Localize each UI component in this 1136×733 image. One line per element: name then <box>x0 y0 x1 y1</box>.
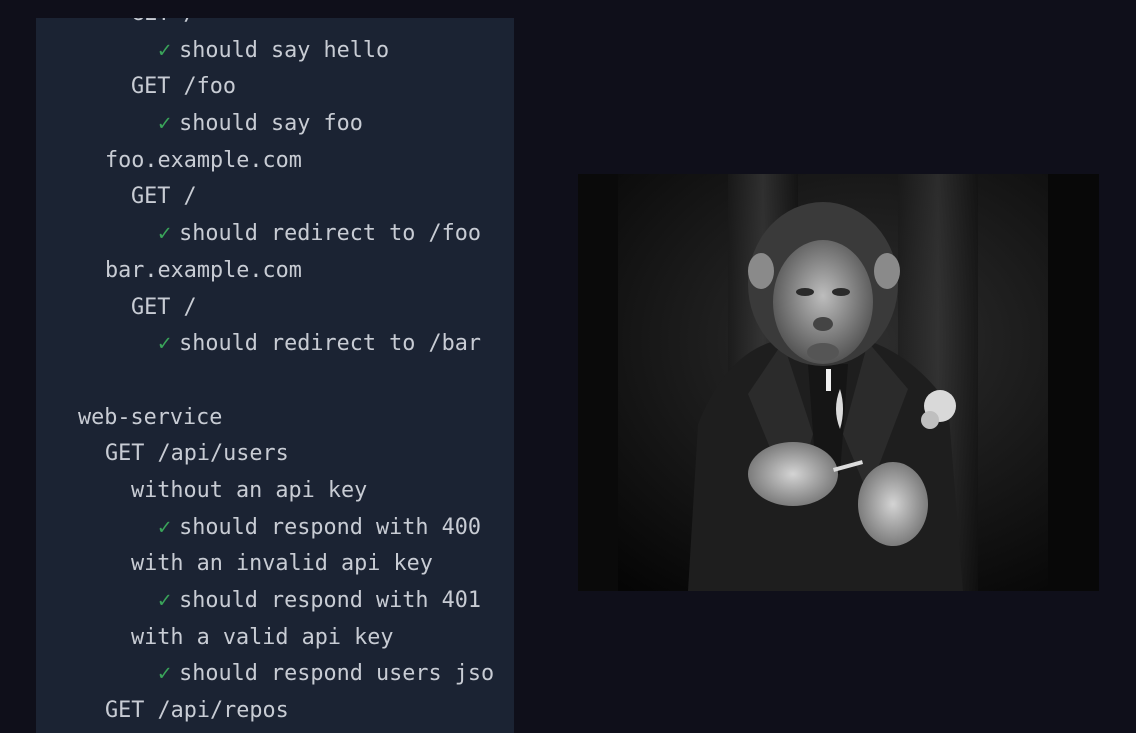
line-text: should say foo <box>179 111 363 137</box>
line-text: with an invalid api key <box>131 551 433 577</box>
test-group-line: GET / <box>36 18 494 33</box>
test-group-line: foo.example.com <box>36 143 494 180</box>
chimpanzee-photo <box>578 174 1099 591</box>
line-text: GET /api/users <box>105 441 289 467</box>
test-pass-line: ✓ should respond users jso <box>36 656 494 693</box>
test-group-line: without an api key <box>36 473 494 510</box>
checkmark-icon: ✓ <box>158 37 172 63</box>
test-group-line: bar.example.com <box>36 253 494 290</box>
line-text: should respond users jso <box>179 661 495 687</box>
line-text: should redirect to /bar <box>179 331 481 357</box>
terminal-output: GET / ✓ should say hello GET /foo ✓ should sa… <box>36 18 514 733</box>
test-pass-line: ✓ should respond with 401 <box>36 583 494 620</box>
test-pass-line: ✓ should say hello <box>36 33 494 70</box>
test-group-line <box>36 363 494 400</box>
checkmark-icon: ✓ <box>158 221 172 247</box>
test-group-line: GET / <box>36 179 494 216</box>
checkmark-icon: ✓ <box>158 514 172 540</box>
test-group-line: web-service <box>36 400 494 437</box>
test-group-line: GET /foo <box>36 69 494 106</box>
checkmark-icon: ✓ <box>158 661 172 687</box>
line-text: GET /api/repos <box>105 698 289 724</box>
line-text: GET / <box>131 294 197 320</box>
checkmark-icon: ✓ <box>158 111 172 137</box>
line-text: bar.example.com <box>105 257 302 283</box>
line-text: without an api key <box>131 477 368 503</box>
line-text: GET /foo <box>131 74 236 100</box>
checkmark-icon: ✓ <box>158 331 172 357</box>
checkmark-icon: ✓ <box>158 588 172 613</box>
line-text: should redirect to /foo <box>179 221 481 247</box>
test-pass-line: ✓ should respond with 400 <box>36 510 494 547</box>
line-text: web-service <box>78 404 223 430</box>
test-output-lines: GET / ✓ should say hello GET /foo ✓ should sa… <box>36 18 494 730</box>
test-pass-line: ✓ should say foo <box>36 106 494 143</box>
test-group-line: GET /api/users <box>36 436 494 473</box>
test-group-line: with a valid api key <box>36 620 494 657</box>
test-pass-line: ✓ should redirect to /bar <box>36 326 494 363</box>
test-group-line: with an invalid api key <box>36 546 494 583</box>
line-text: foo.example.com <box>105 147 302 173</box>
test-pass-line: ✓ should redirect to /foo <box>36 216 494 253</box>
line-text: with a valid api key <box>131 624 394 650</box>
line-text: GET / <box>131 184 197 210</box>
line-text: GET / <box>131 18 197 26</box>
test-group-line: GET / <box>36 290 494 327</box>
video-frame: GET / ✓ should say hello GET /foo ✓ should sa… <box>0 0 1136 733</box>
chimpanzee-image <box>578 174 1099 591</box>
line-text: should respond with 401 <box>179 588 481 613</box>
test-group-line: GET /api/repos <box>36 693 494 730</box>
line-text: should respond with 400 <box>179 514 481 540</box>
line-text: should say hello <box>179 37 390 63</box>
